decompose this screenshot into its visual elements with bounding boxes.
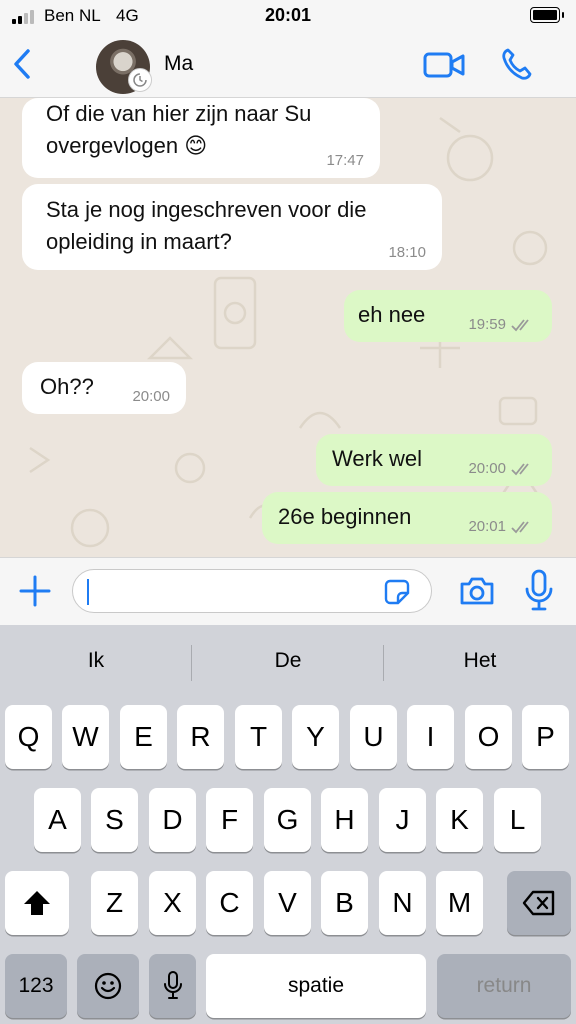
- message-incoming[interactable]: Of die van hier zijn naar Su overgevloge…: [22, 98, 380, 178]
- key[interactable]: A: [34, 788, 81, 852]
- backspace-key[interactable]: [507, 871, 571, 935]
- suggestion-item[interactable]: Het: [384, 649, 576, 673]
- composer-bar: [0, 557, 576, 625]
- plus-icon: [19, 575, 51, 607]
- back-chevron-icon: [14, 49, 30, 79]
- suggestion-bar: Ik De Het: [0, 625, 576, 701]
- camera-button[interactable]: [458, 574, 496, 608]
- key[interactable]: M: [436, 871, 483, 935]
- key[interactable]: C: [206, 871, 253, 935]
- voice-call-button[interactable]: [500, 46, 534, 82]
- disappearing-timer-icon: [128, 68, 152, 92]
- key[interactable]: G: [264, 788, 311, 852]
- message-time: 17:47: [326, 152, 364, 169]
- message-incoming[interactable]: Oh?? 20:00: [22, 362, 186, 414]
- key[interactable]: B: [321, 871, 368, 935]
- key[interactable]: H: [321, 788, 368, 852]
- read-ticks-icon: [511, 319, 529, 332]
- message-time: 20:00: [132, 388, 170, 405]
- message-text: Sta je nog ingeschreven voor die opleidi…: [46, 197, 367, 254]
- key[interactable]: Z: [91, 871, 138, 935]
- sticker-button[interactable]: [384, 579, 410, 605]
- key[interactable]: O: [465, 705, 512, 769]
- key[interactable]: J: [379, 788, 426, 852]
- status-bar: Ben NL 4G 20:01: [0, 0, 576, 32]
- message-input[interactable]: [72, 569, 432, 613]
- key[interactable]: T: [235, 705, 282, 769]
- battery-icon: [530, 7, 564, 23]
- key[interactable]: F: [206, 788, 253, 852]
- chat-header: Ma: [0, 32, 576, 98]
- message-outgoing[interactable]: Werk wel 20:00: [316, 434, 552, 486]
- dictation-icon: [163, 971, 182, 999]
- key[interactable]: I: [407, 705, 454, 769]
- shift-key[interactable]: [5, 871, 69, 935]
- emoji-icon: [94, 972, 122, 1000]
- numbers-key[interactable]: 123: [5, 954, 67, 1018]
- message-time: 18:10: [388, 244, 426, 261]
- message-text: eh nee: [358, 302, 426, 327]
- message-text: Oh??: [40, 374, 94, 399]
- backspace-icon: [522, 890, 555, 916]
- message-time: 20:01: [468, 518, 536, 536]
- message-time: 19:59: [468, 316, 536, 334]
- status-time: 20:01: [264, 5, 312, 25]
- key[interactable]: W: [62, 705, 109, 769]
- key[interactable]: R: [177, 705, 224, 769]
- message-text: 26e beginnen: [278, 504, 412, 529]
- phone-icon: [502, 48, 532, 80]
- camera-icon: [460, 577, 494, 605]
- video-call-button[interactable]: [422, 50, 466, 80]
- message-text: Werk wel: [332, 446, 423, 471]
- key[interactable]: S: [91, 788, 138, 852]
- voice-message-button[interactable]: [522, 568, 556, 614]
- key[interactable]: Q: [5, 705, 52, 769]
- key[interactable]: E: [120, 705, 167, 769]
- text-caret: [87, 579, 89, 605]
- space-key[interactable]: spatie: [206, 954, 426, 1018]
- message-outgoing[interactable]: eh nee 19:59: [344, 290, 552, 342]
- microphone-icon: [525, 569, 553, 611]
- emoji-key[interactable]: [77, 954, 139, 1018]
- return-key[interactable]: return: [437, 954, 571, 1018]
- key[interactable]: Y: [292, 705, 339, 769]
- shift-icon: [24, 891, 50, 915]
- message-incoming[interactable]: Sta je nog ingeschreven voor die opleidi…: [22, 184, 442, 270]
- key[interactable]: D: [149, 788, 196, 852]
- read-ticks-icon: [511, 463, 529, 476]
- key[interactable]: N: [379, 871, 426, 935]
- message-time: 20:00: [468, 460, 536, 478]
- key[interactable]: L: [494, 788, 541, 852]
- suggestion-item[interactable]: De: [192, 649, 384, 673]
- sticker-icon: [384, 579, 410, 605]
- dictation-key[interactable]: [149, 954, 196, 1018]
- back-button[interactable]: [8, 46, 38, 82]
- attach-button[interactable]: [18, 574, 52, 608]
- suggestion-item[interactable]: Ik: [0, 649, 192, 673]
- key[interactable]: K: [436, 788, 483, 852]
- contact-name[interactable]: Ma: [164, 52, 193, 76]
- key[interactable]: V: [264, 871, 311, 935]
- key[interactable]: P: [522, 705, 569, 769]
- key[interactable]: U: [350, 705, 397, 769]
- key[interactable]: X: [149, 871, 196, 935]
- video-call-icon: [423, 52, 465, 78]
- read-ticks-icon: [511, 521, 529, 534]
- message-text: Of die van hier zijn naar Su overgevloge…: [46, 101, 312, 158]
- keyboard: Ik De Het Q W E R T Y U I O P A S D F G …: [0, 625, 576, 1024]
- chat-area[interactable]: Of die van hier zijn naar Su overgevloge…: [0, 98, 576, 557]
- message-outgoing[interactable]: 26e beginnen 20:01: [262, 492, 552, 544]
